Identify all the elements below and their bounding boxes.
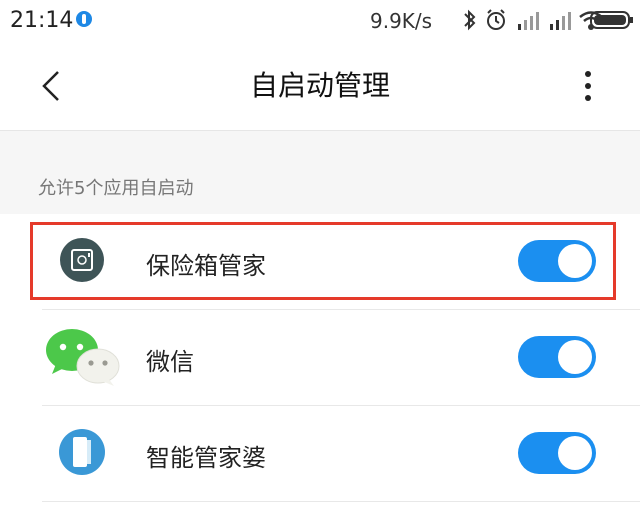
section-header: 允许5个应用自启动 [38,178,194,199]
app-label: 微信 [146,348,194,376]
signal-icon [518,12,539,30]
toggle-knob [558,244,592,278]
autostart-toggle[interactable] [518,336,596,378]
list-item: 智能管家婆 [0,406,640,502]
door-icon [59,429,105,475]
divider [42,501,640,502]
toggle-knob [558,340,592,374]
autostart-toggle[interactable] [518,432,596,474]
signal-icon [550,12,571,30]
bluetooth-icon [464,9,476,31]
app-bar: 自启动管理 [0,42,640,131]
list-item: 微信 [0,310,640,406]
toggle-knob [558,436,592,470]
app-list: 保险箱管家 微信 智能管家婆 [0,214,640,505]
status-icons [462,8,634,32]
app-label: 保险箱管家 [146,252,266,280]
app-label: 智能管家婆 [146,444,266,472]
network-speed: 9.9K/s [370,9,433,33]
safe-icon [60,238,104,282]
wechat-icon [46,329,120,386]
chevron-left-icon[interactable] [36,68,72,104]
battery-icon [590,11,633,29]
status-time: 21:14 [10,8,74,33]
status-bar: 21:14 9.9K/s [0,0,640,42]
autostart-toggle[interactable] [518,240,596,282]
alarm-icon [487,9,505,30]
page-title: 自启动管理 [249,69,390,102]
notification-badge-icon [76,11,92,27]
more-vert-icon[interactable] [574,68,602,104]
list-item: 保险箱管家 [0,214,640,310]
